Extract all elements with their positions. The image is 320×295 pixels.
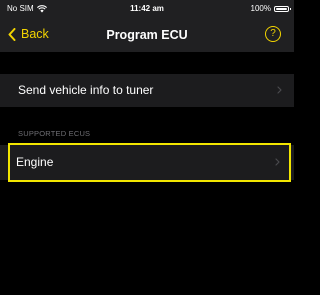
chevron-right-icon — [277, 86, 282, 94]
status-bar: No SIM 11:42 am 100% — [0, 0, 294, 18]
send-vehicle-info-label: Send vehicle info to tuner — [18, 83, 154, 97]
help-button[interactable]: ? — [265, 26, 281, 42]
ecu-item-label: Engine — [16, 155, 54, 169]
send-vehicle-info-row[interactable]: Send vehicle info to tuner — [0, 74, 294, 107]
status-right: 100% — [250, 4, 291, 13]
ecu-item-engine[interactable]: Engine — [0, 145, 294, 180]
nav-bar: Back Program ECU ? — [0, 18, 294, 52]
battery-icon — [274, 5, 291, 12]
supported-ecus-header: SUPPORTED ECUS — [18, 129, 91, 138]
battery-percent: 100% — [250, 4, 271, 13]
chevron-right-icon — [275, 158, 280, 166]
page-title: Program ECU — [106, 28, 188, 42]
